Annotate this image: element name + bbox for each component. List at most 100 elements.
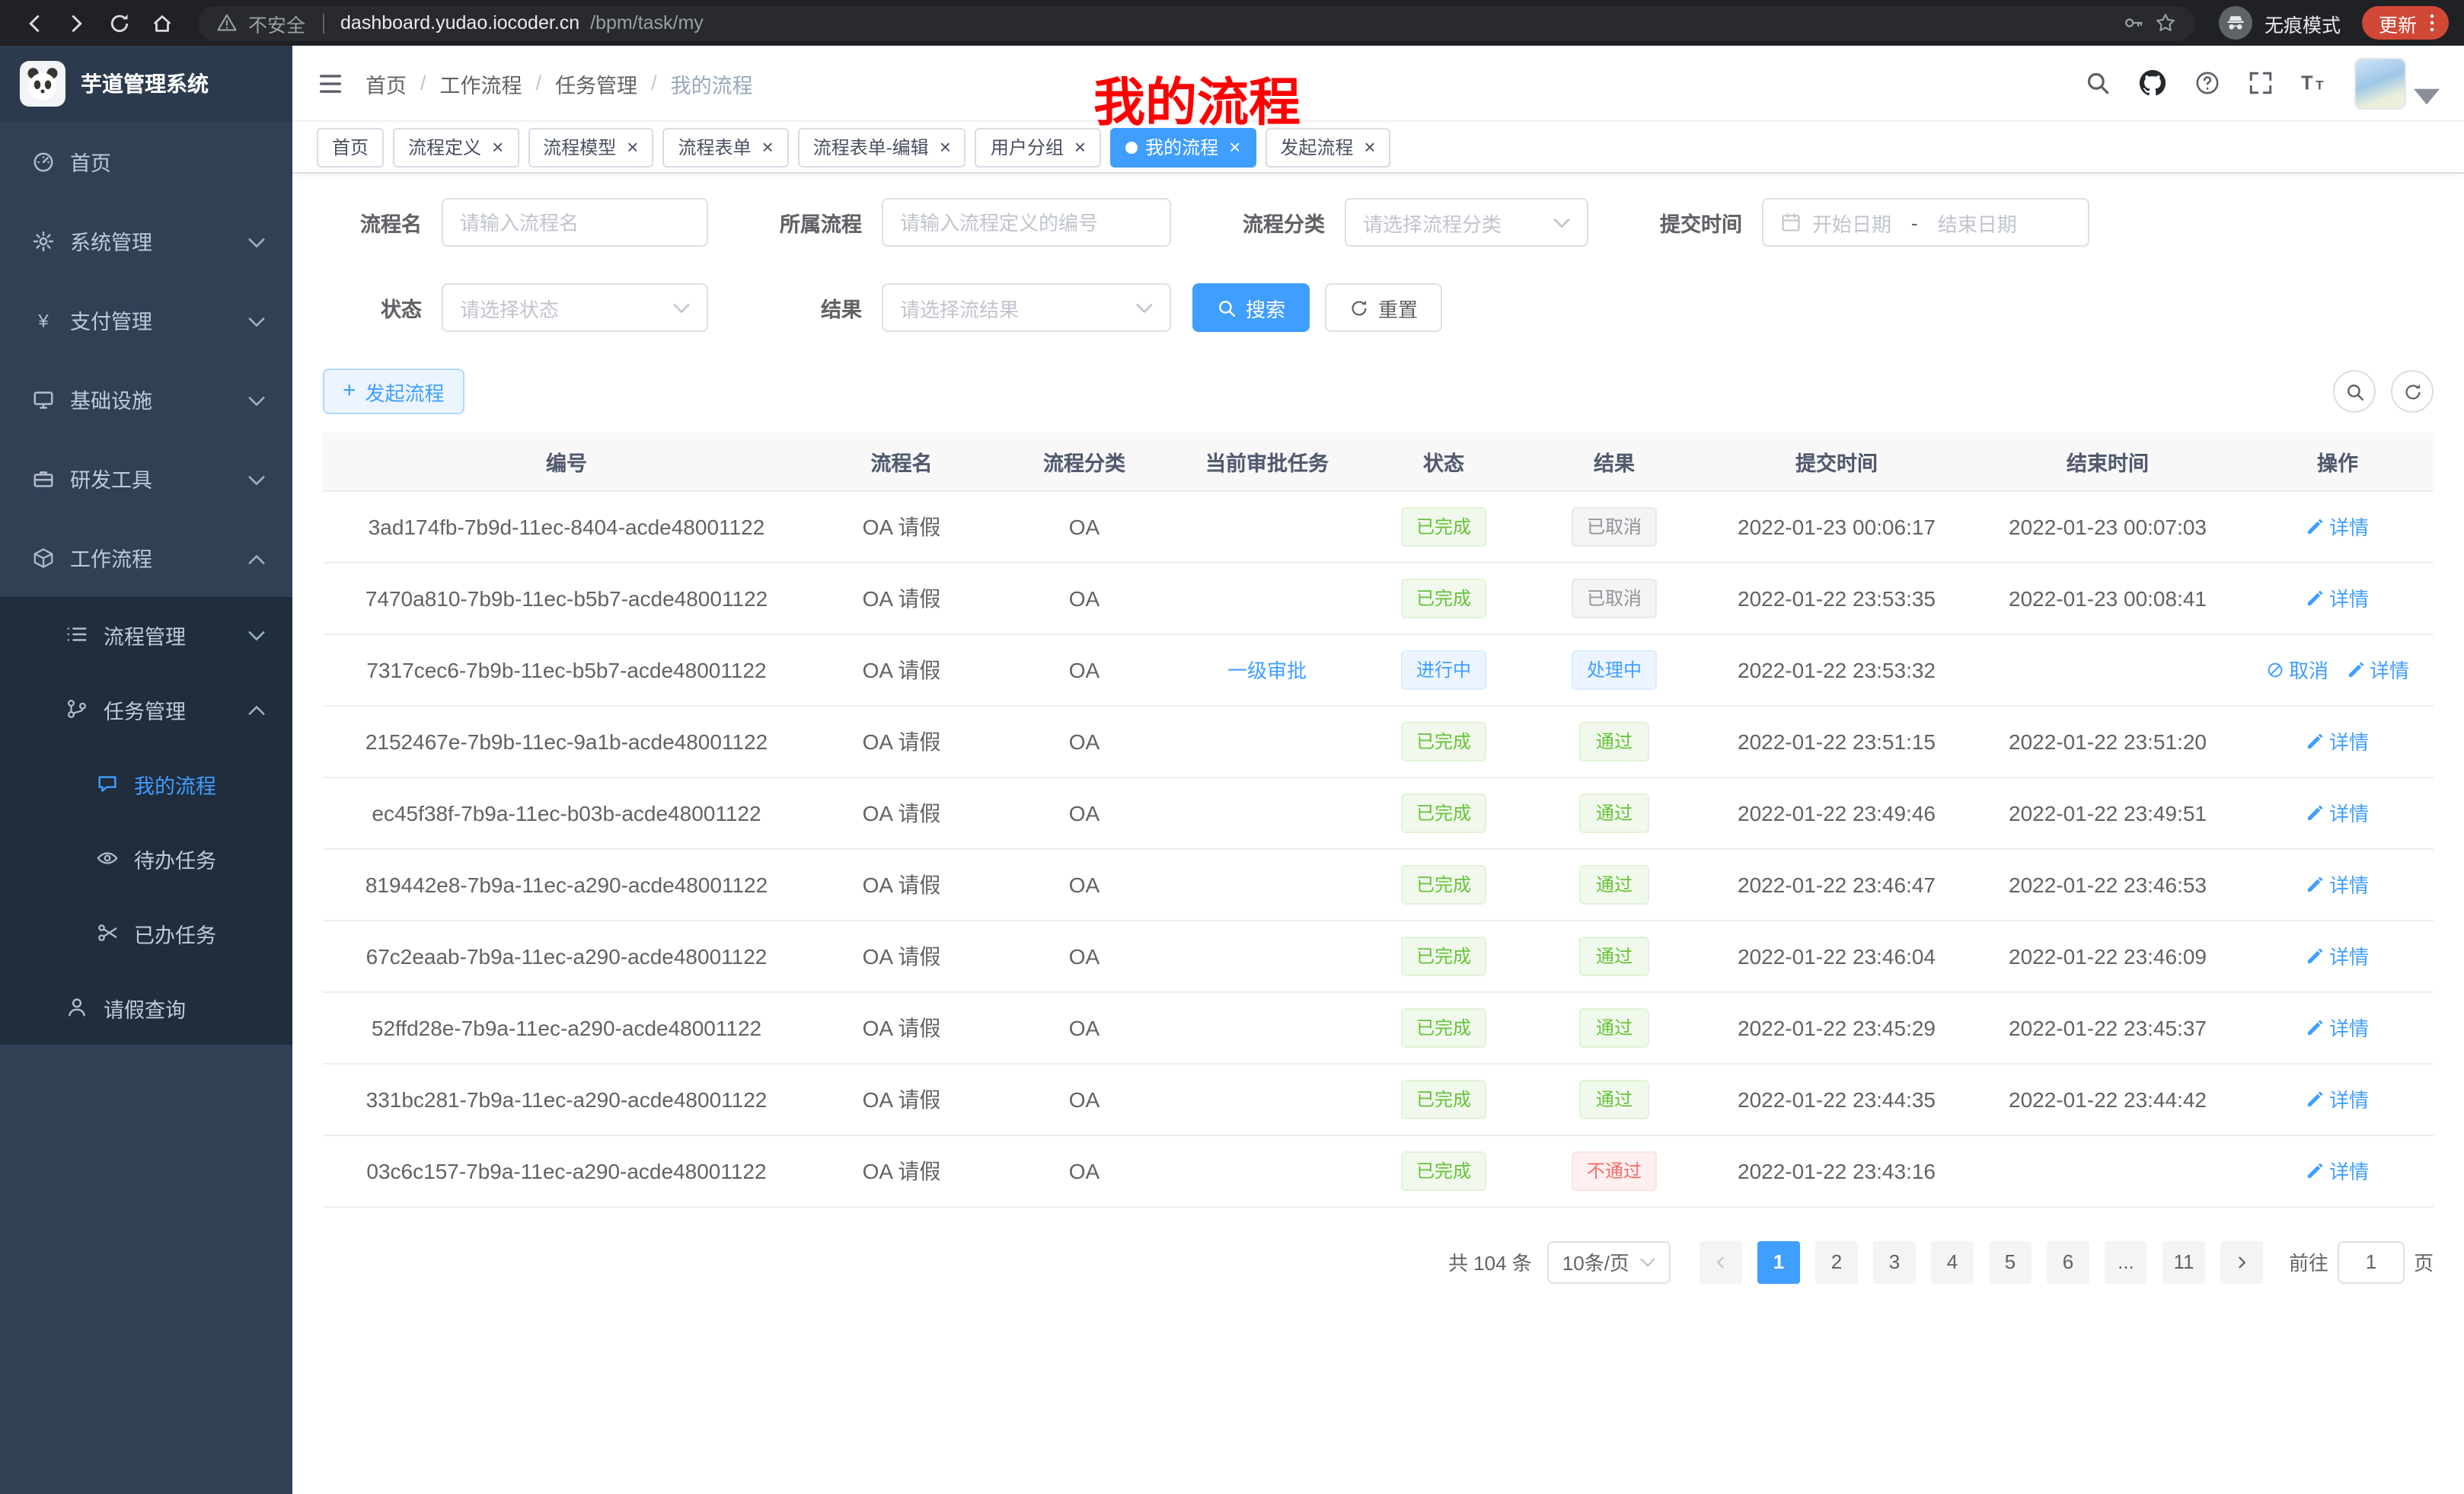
cell-process-name: OA 请假: [810, 634, 993, 705]
sidebar-item-todo-tasks[interactable]: 待办任务: [0, 821, 292, 895]
back-icon[interactable]: [15, 5, 52, 41]
reset-button[interactable]: 重置: [1325, 283, 1442, 332]
category-select[interactable]: 请选择流程分类: [1345, 198, 1588, 247]
edit-icon: [2306, 732, 2325, 750]
detail-link[interactable]: 详情: [2347, 655, 2409, 684]
breadcrumb-item[interactable]: 任务管理: [555, 68, 637, 98]
page-button-3[interactable]: 3: [1873, 1240, 1916, 1283]
status-select[interactable]: 请选择状态: [442, 283, 708, 332]
close-icon[interactable]: ×: [1074, 137, 1086, 157]
result-select[interactable]: 请选择流结果: [882, 283, 1171, 332]
next-page-button[interactable]: [2220, 1240, 2263, 1283]
cell-end-time: 2022-01-23 00:07:03: [1974, 490, 2242, 562]
category-label: 流程分类: [1192, 207, 1345, 238]
status-badge: 已完成: [1401, 721, 1486, 761]
owner-process-input[interactable]: [900, 211, 1153, 234]
detail-link[interactable]: 详情: [2306, 941, 2369, 970]
sidebar-item-task-manage[interactable]: 任务管理: [0, 672, 292, 746]
close-icon[interactable]: ×: [627, 137, 638, 157]
chevron-down-icon: [248, 388, 265, 410]
fullscreen-icon[interactable]: [2248, 70, 2274, 96]
breadcrumb-item[interactable]: 首页: [365, 68, 407, 98]
sidebar-item-devtools[interactable]: 研发工具: [0, 439, 292, 518]
create-process-button[interactable]: + 发起流程: [323, 369, 464, 414]
page-button-2[interactable]: 2: [1815, 1240, 1858, 1283]
collapse-sidebar-icon[interactable]: [317, 69, 344, 97]
sidebar-item-done-tasks[interactable]: 已办任务: [0, 895, 292, 970]
cell-current-task: [1176, 920, 1358, 991]
user-menu[interactable]: [2354, 57, 2440, 109]
close-icon[interactable]: ×: [492, 137, 503, 157]
close-icon[interactable]: ×: [1364, 137, 1375, 157]
chevron-up-icon: [248, 698, 265, 720]
sidebar-item-leave-query[interactable]: 请假查询: [0, 970, 292, 1045]
page-button-5[interactable]: 5: [1989, 1240, 2032, 1283]
address-bar[interactable]: 不安全 dashboard.yudao.iocoder.cn/bpm/task/…: [198, 5, 2194, 40]
star-icon[interactable]: [2155, 12, 2176, 34]
tab-process-form[interactable]: 流程表单×: [662, 127, 788, 167]
search-button[interactable]: 搜索: [1192, 283, 1310, 332]
detail-link[interactable]: 详情: [2306, 583, 2369, 612]
tab-process-model[interactable]: 流程模型×: [528, 127, 653, 167]
cell-current-task: 一级审批: [1176, 634, 1358, 705]
sidebar-item-system-manage[interactable]: 系统管理: [0, 201, 292, 280]
tab-home[interactable]: 首页: [317, 127, 384, 167]
submit-time-range[interactable]: 开始日期 - 结束日期: [1762, 198, 2089, 247]
detail-link[interactable]: 详情: [2306, 1156, 2369, 1185]
app-logo[interactable]: 芋道管理系统: [0, 46, 292, 122]
cell-end-time: [1974, 634, 2242, 705]
forward-icon[interactable]: [58, 5, 94, 41]
cell-status: 已完成: [1358, 562, 1529, 634]
action-label: 详情: [2329, 1156, 2369, 1185]
tab-process-definition[interactable]: 流程定义×: [393, 127, 519, 167]
github-icon[interactable]: [2138, 69, 2167, 97]
cell-actions: 详情: [2242, 705, 2434, 777]
detail-link[interactable]: 详情: [2306, 1084, 2369, 1113]
refresh-table-button[interactable]: [2391, 370, 2434, 413]
detail-link[interactable]: 详情: [2306, 870, 2369, 899]
tab-process-form-edit[interactable]: 流程表单-编辑×: [798, 127, 966, 167]
kebab-menu-icon[interactable]: [2423, 12, 2441, 34]
browser-home-icon[interactable]: [143, 5, 180, 41]
detail-link[interactable]: 详情: [2306, 512, 2369, 541]
help-icon[interactable]: [2194, 70, 2220, 96]
detail-link[interactable]: 详情: [2306, 798, 2369, 827]
more-pages-button[interactable]: ...: [2105, 1240, 2147, 1283]
reload-icon[interactable]: [101, 5, 137, 41]
sidebar-item-infrastructure[interactable]: 基础设施: [0, 359, 292, 439]
page-button-4[interactable]: 4: [1931, 1240, 1974, 1283]
sidebar-item-process-manage[interactable]: 流程管理: [0, 597, 292, 672]
tab-start-process[interactable]: 发起流程×: [1265, 127, 1390, 167]
sidebar-item-workflow[interactable]: 工作流程: [0, 518, 292, 597]
detail-link[interactable]: 详情: [2306, 1013, 2369, 1042]
edit-icon: [2347, 660, 2365, 678]
close-icon[interactable]: ×: [762, 137, 774, 157]
current-task-link[interactable]: 一级审批: [1227, 655, 1307, 684]
close-icon[interactable]: ×: [940, 137, 951, 157]
detail-link[interactable]: 详情: [2306, 726, 2369, 755]
page-button-11[interactable]: 11: [2162, 1240, 2205, 1283]
breadcrumb-item[interactable]: 工作流程: [440, 68, 522, 98]
update-button[interactable]: 更新: [2362, 6, 2449, 40]
goto-page-input[interactable]: [2339, 1250, 2403, 1273]
sidebar-item-payment-manage[interactable]: ¥支付管理: [0, 280, 292, 359]
tab-my-process[interactable]: 我的流程×: [1110, 127, 1256, 167]
page-size-select[interactable]: 10条/页: [1547, 1240, 1671, 1283]
page-button-6[interactable]: 6: [2047, 1240, 2089, 1283]
sidebar-item-home[interactable]: 首页: [0, 122, 292, 201]
close-icon[interactable]: ×: [1229, 137, 1240, 157]
cell-status: 已完成: [1358, 490, 1529, 562]
font-size-icon[interactable]: TT: [2301, 70, 2327, 96]
search-icon[interactable]: [2085, 70, 2111, 96]
page-button-1[interactable]: 1: [1757, 1240, 1800, 1283]
prev-page-button[interactable]: [1700, 1240, 1742, 1283]
sidebar-item-my-process[interactable]: 我的流程: [0, 746, 292, 821]
tab-user-group[interactable]: 用户分组×: [975, 127, 1101, 167]
key-icon[interactable]: [2123, 12, 2144, 34]
edit-icon: [2306, 1018, 2325, 1036]
chevron-down-icon: [248, 623, 265, 646]
cancel-link[interactable]: 取消: [2266, 655, 2328, 684]
process-name-input[interactable]: [460, 211, 690, 234]
toggle-search-button[interactable]: [2333, 370, 2376, 413]
goto-page-field: [2338, 1240, 2405, 1283]
